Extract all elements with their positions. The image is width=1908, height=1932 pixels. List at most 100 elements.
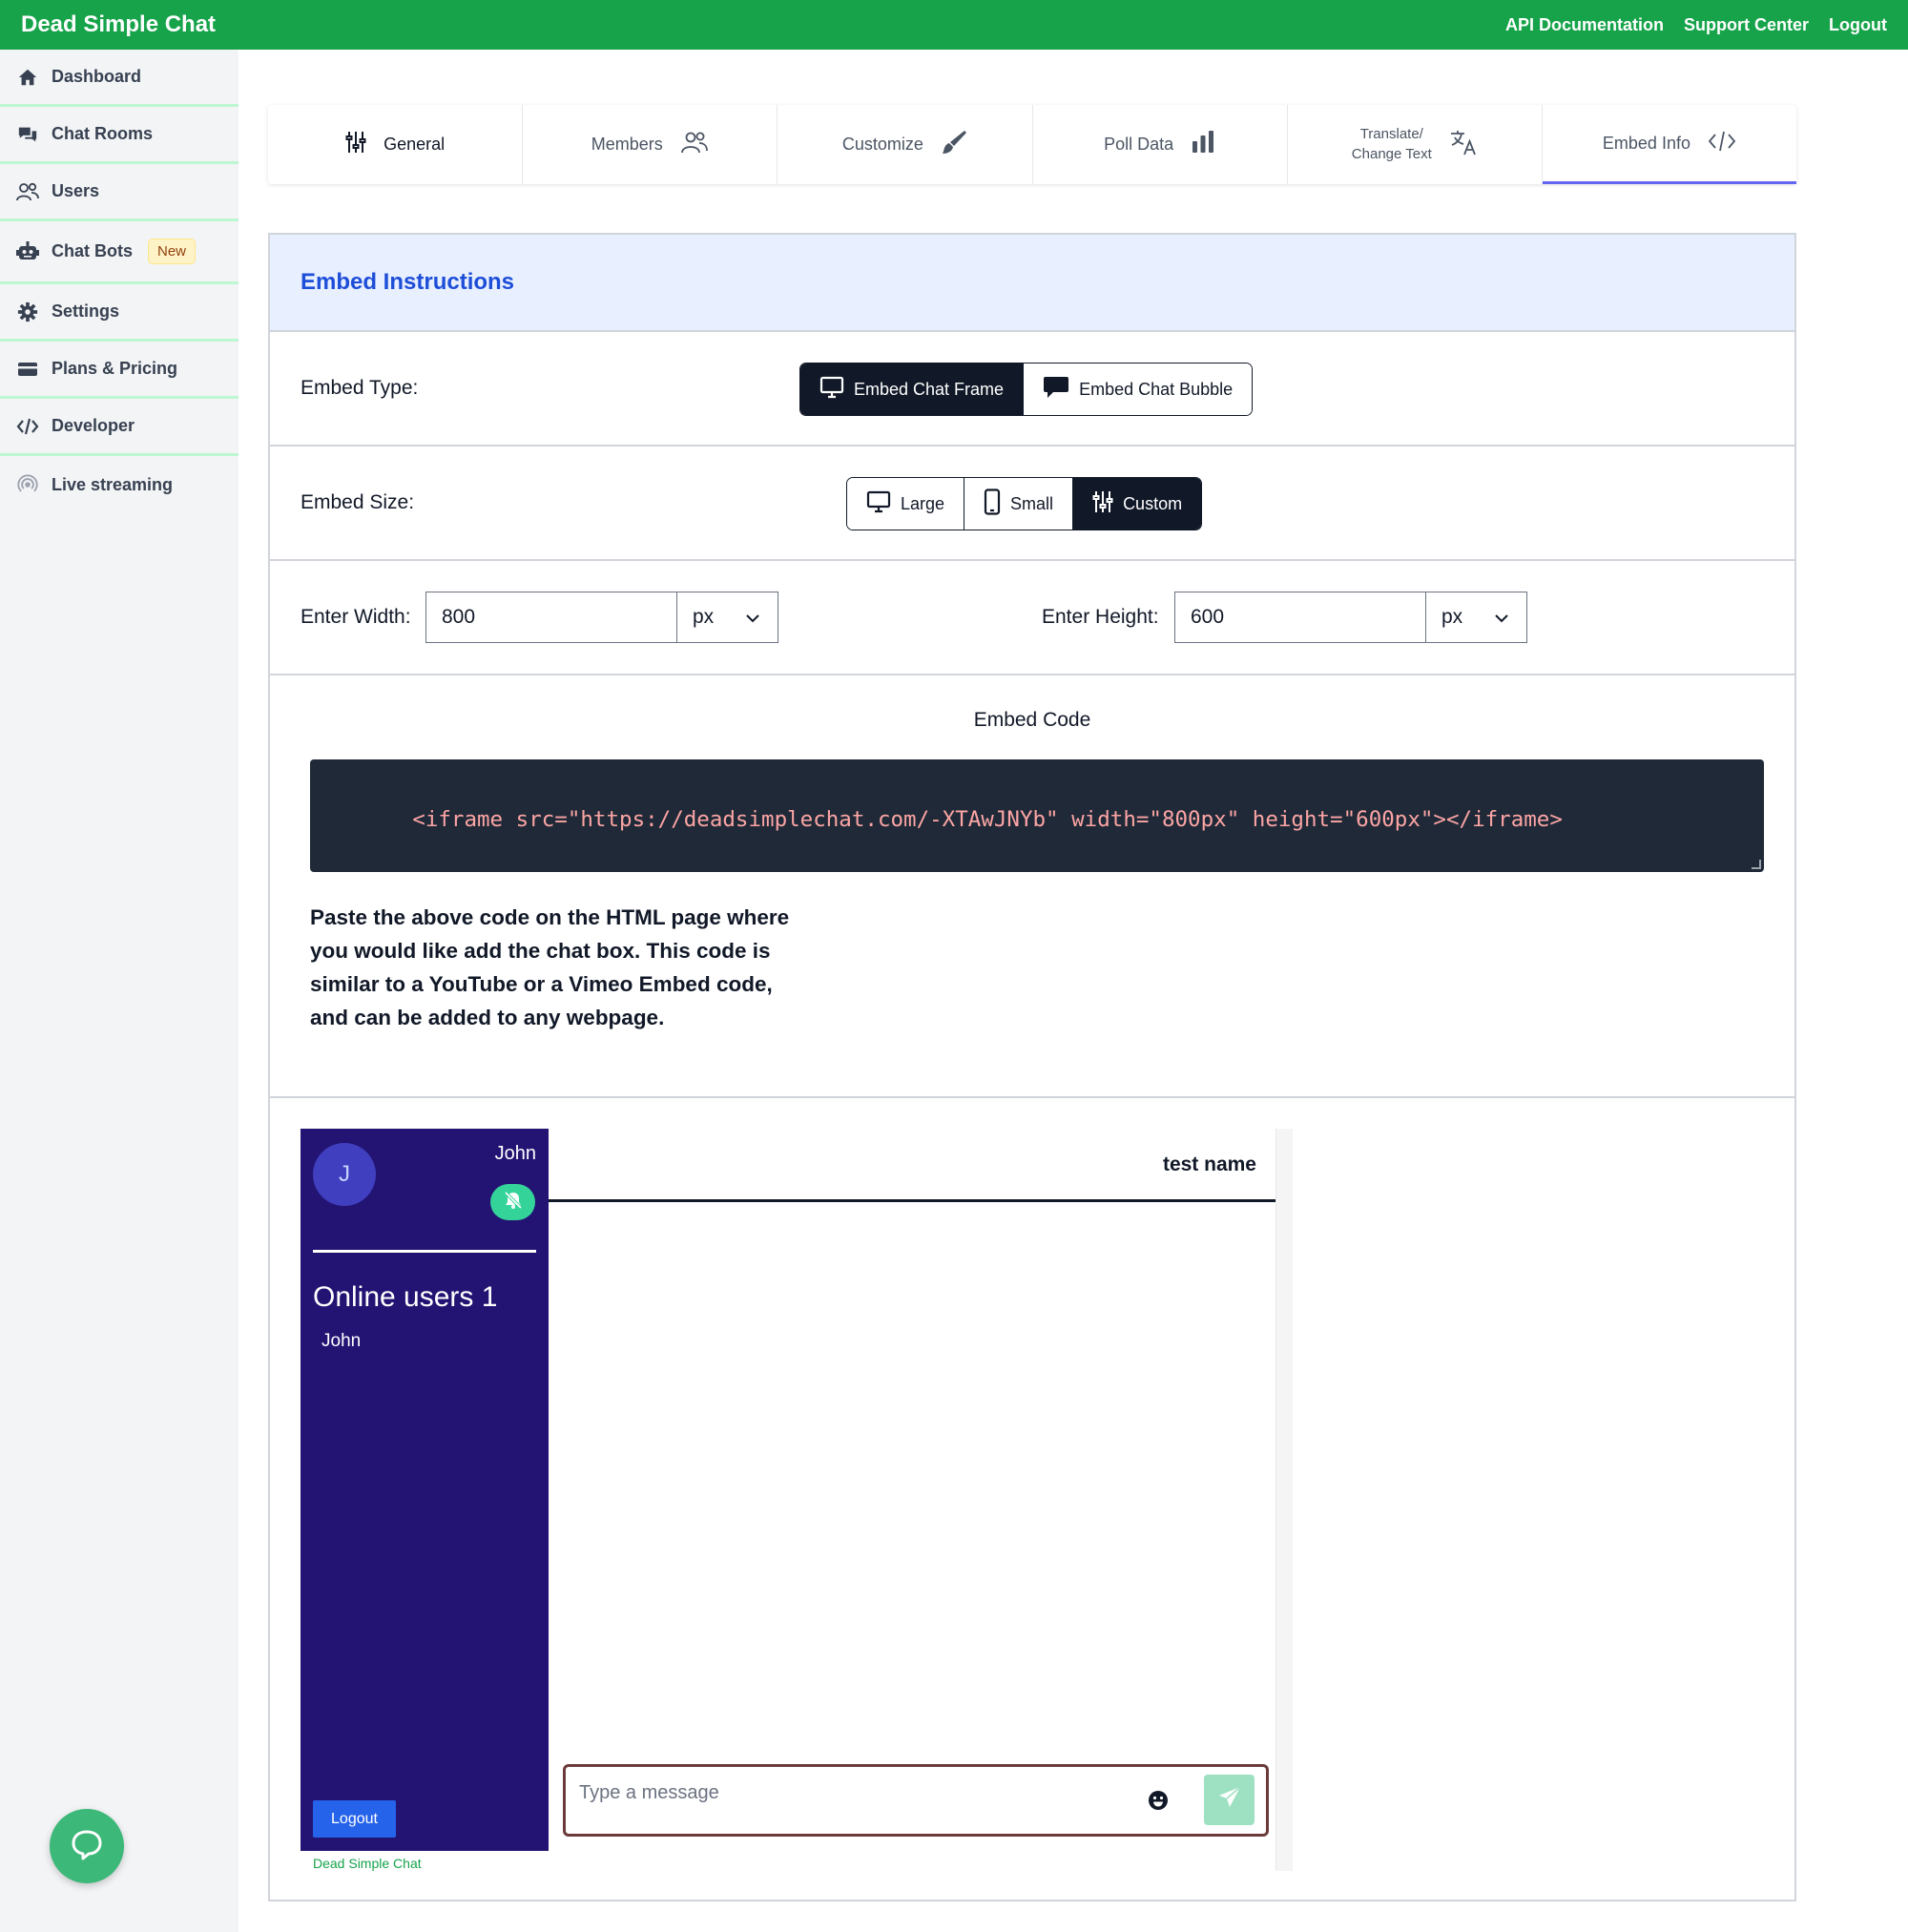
robot-icon (15, 239, 40, 264)
tab-label: Members (591, 135, 663, 154)
support-center-link[interactable]: Support Center (1684, 15, 1809, 35)
sidebar-item-label: Dashboard (52, 67, 142, 86)
bell-slash-icon (503, 1190, 524, 1215)
mute-notifications-button[interactable] (490, 1184, 535, 1220)
sidebar-item-users[interactable]: Users (0, 164, 238, 221)
bar-chart-icon (1191, 130, 1215, 159)
home-icon (15, 65, 40, 90)
chevron-down-icon (745, 606, 760, 629)
embed-type-toggle: Embed Chat Frame Embed Chat Bubble (799, 363, 1254, 416)
online-users-heading: Online users 1 (313, 1281, 498, 1313)
online-user-item[interactable]: John (321, 1331, 361, 1352)
chat-logout-button[interactable]: Logout (313, 1800, 396, 1838)
speech-bubble-icon (70, 1827, 104, 1866)
width-unit-select[interactable]: px (676, 592, 778, 643)
chevron-down-icon (1494, 606, 1509, 629)
code-icon (15, 414, 40, 439)
dimensions-row: Enter Width: 800 px Enter Height: 600 px (270, 561, 1794, 675)
sidebar-item-developer[interactable]: Developer (0, 399, 238, 456)
sidebar-item-chat-rooms[interactable]: Chat Rooms (0, 107, 238, 164)
size-large-option[interactable]: Large (847, 478, 965, 530)
divider (549, 1199, 1275, 1202)
panel-title: Embed Instructions (301, 269, 515, 295)
tab-general[interactable]: General (268, 105, 524, 184)
sidebar-item-label: Plans & Pricing (52, 359, 178, 378)
embed-panel: Embed Instructions Embed Type: Embed Cha… (268, 233, 1796, 1901)
sidebar-item-settings[interactable]: Settings (0, 284, 238, 342)
width-label: Enter Width: (301, 606, 411, 628)
panel-header: Embed Instructions (270, 235, 1794, 332)
powered-by-link[interactable]: Dead Simple Chat (313, 1856, 422, 1871)
width-input[interactable]: 800 (425, 592, 678, 643)
size-custom-option[interactable]: Custom (1073, 478, 1202, 530)
broadcast-icon (15, 472, 40, 497)
sidebar-item-label: Settings (52, 301, 120, 321)
embed-code-section: Embed Code <iframe src="https://deadsimp… (270, 675, 1794, 1098)
avatar: J (313, 1143, 376, 1206)
size-small-option[interactable]: Small (964, 478, 1074, 530)
sidebar-item-label: Chat Rooms (52, 124, 154, 143)
code-icon (1708, 130, 1736, 157)
resize-handle[interactable] (1752, 860, 1761, 869)
tab-members[interactable]: Members (523, 105, 778, 184)
monitor-icon (866, 490, 891, 518)
embed-size-row: Embed Size: Large Small Custom (270, 447, 1794, 561)
sliders-icon (1092, 489, 1113, 519)
height-input[interactable]: 600 (1174, 592, 1427, 643)
sidebar: Dashboard Chat Rooms Users Chat Bots New… (0, 50, 238, 1932)
monitor-icon (819, 376, 844, 404)
room-title: test name (1162, 1153, 1256, 1175)
tab-embed-info[interactable]: Embed Info (1542, 105, 1797, 184)
message-placeholder: Type a message (579, 1782, 719, 1803)
translate-icon (1449, 128, 1478, 161)
api-documentation-link[interactable]: API Documentation (1505, 15, 1664, 35)
embed-code-title: Embed Code (973, 709, 1091, 731)
message-input[interactable]: Type a message (563, 1764, 1269, 1837)
embed-instructions-note: Paste the above code on the HTML page wh… (310, 905, 790, 1029)
height-unit-select[interactable]: px (1425, 592, 1527, 643)
tab-poll-data[interactable]: Poll Data (1033, 105, 1288, 184)
emoji-icon[interactable] (1148, 1790, 1169, 1811)
paintbrush-icon (941, 129, 967, 160)
current-username: John (494, 1143, 536, 1164)
speech-bubble-icon (1043, 375, 1069, 405)
height-label: Enter Height: (1042, 606, 1159, 628)
chat-scrollbar[interactable] (1275, 1129, 1293, 1871)
chat-sidebar: J John Online users 1 John Logout (301, 1129, 549, 1851)
chat-bubbles-icon (15, 122, 40, 147)
send-message-button[interactable] (1204, 1775, 1255, 1825)
sidebar-item-chat-bots[interactable]: Chat Bots New (0, 221, 238, 284)
tab-label: Poll Data (1104, 135, 1174, 154)
credit-card-icon (15, 357, 40, 382)
help-chat-button[interactable] (50, 1809, 124, 1883)
sliders-icon (345, 130, 366, 159)
new-badge: New (148, 239, 197, 264)
logout-link[interactable]: Logout (1829, 15, 1887, 35)
embed-size-label: Embed Size: (301, 491, 415, 513)
paper-plane-icon (1217, 1785, 1242, 1815)
users-icon (15, 179, 40, 204)
brand-logo[interactable]: Dead Simple Chat (21, 11, 216, 38)
tab-customize[interactable]: Customize (778, 105, 1033, 184)
embed-chat-frame-option[interactable]: Embed Chat Frame (800, 364, 1025, 415)
tab-label: Translate/ Change Text (1351, 126, 1432, 162)
sidebar-item-live-streaming[interactable]: Live streaming (0, 456, 238, 513)
settings-tabs: General Members Customize Poll Data Tran… (268, 105, 1797, 184)
sidebar-item-label: Chat Bots (52, 241, 133, 260)
chat-preview: J John Online users 1 John Logout Dead S… (270, 1098, 1794, 1900)
sidebar-item-label: Users (52, 181, 100, 200)
mobile-phone-icon (984, 488, 1001, 520)
embed-type-row: Embed Type: Embed Chat Frame Embed Chat … (270, 332, 1794, 447)
tab-label: General (384, 135, 446, 154)
tab-translate-change-text[interactable]: Translate/ Change Text (1288, 105, 1543, 184)
sidebar-item-plans-pricing[interactable]: Plans & Pricing (0, 342, 238, 399)
top-bar: Dead Simple Chat API Documentation Suppo… (0, 0, 1908, 50)
sidebar-item-label: Live streaming (52, 474, 174, 494)
sidebar-item-label: Developer (52, 416, 135, 435)
embed-chat-bubble-option[interactable]: Embed Chat Bubble (1024, 364, 1253, 415)
sidebar-item-dashboard[interactable]: Dashboard (0, 50, 238, 107)
embed-code-textarea[interactable]: <iframe src="https://deadsimplechat.com/… (310, 759, 1764, 872)
gear-icon (15, 300, 40, 324)
embed-type-label: Embed Type: (301, 377, 419, 399)
embed-size-toggle: Large Small Custom (846, 477, 1203, 530)
